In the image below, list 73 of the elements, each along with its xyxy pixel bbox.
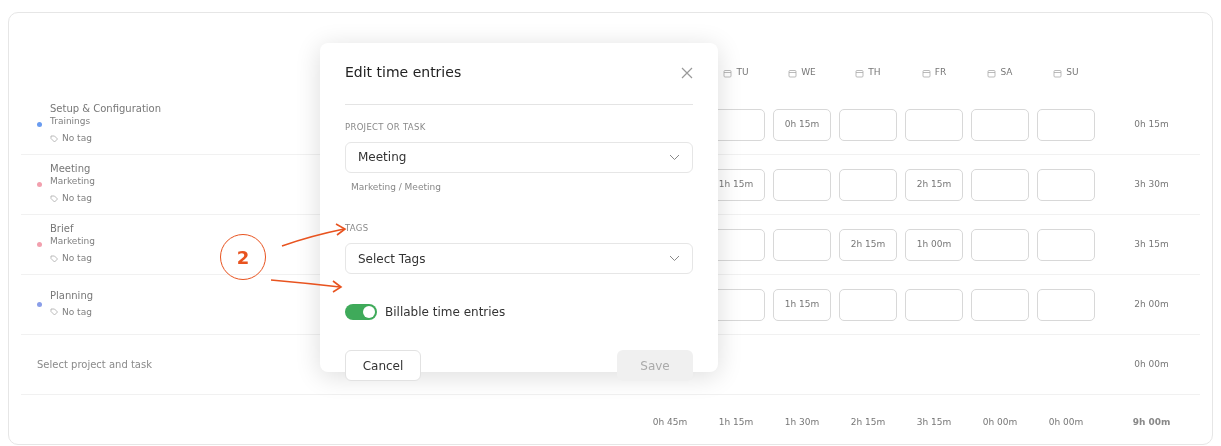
project-name: Marketing — [50, 174, 95, 188]
time-cell[interactable] — [773, 168, 831, 201]
chevron-down-icon — [669, 255, 680, 262]
day-label: WE — [801, 66, 816, 80]
calendar-icon — [788, 68, 798, 78]
tag-label: No tag — [62, 252, 92, 266]
task-name: Setup & Configuration — [50, 103, 162, 115]
field-label: PROJECT OR TASK — [345, 121, 427, 134]
time-cell[interactable] — [839, 288, 897, 321]
tag-icon — [50, 308, 58, 317]
tag-label: No tag — [62, 132, 92, 146]
chevron-down-icon — [669, 153, 680, 161]
project-name: Trainings — [50, 114, 92, 128]
time-cell[interactable]: 1h 15m — [773, 288, 831, 321]
task-name: Brief — [50, 223, 75, 235]
task-selector[interactable]: Select project and task — [37, 357, 152, 372]
row-total: 3h 15m — [1133, 237, 1170, 251]
day-label: TU — [736, 66, 749, 80]
arrow — [281, 223, 347, 247]
row-total: 2h 00m — [1133, 297, 1170, 311]
field-hint: Marketing / Meeting — [350, 180, 442, 194]
tags-select[interactable]: Select Tags — [345, 243, 693, 274]
day-label: SA — [1000, 66, 1013, 80]
day-total: 0h 45m — [651, 416, 689, 430]
day-total: 1h 15m — [717, 416, 755, 430]
time-cell[interactable] — [971, 168, 1029, 201]
day-total: 0h 00m — [1047, 416, 1085, 430]
time-cell[interactable]: 1h 00m — [905, 228, 963, 261]
time-cell[interactable] — [1037, 228, 1095, 261]
day-label: SU — [1066, 66, 1079, 80]
day-label: TH — [868, 66, 881, 80]
field-label: TAGS — [345, 222, 370, 235]
calendar-icon — [921, 68, 931, 78]
time-cell[interactable] — [1037, 168, 1095, 201]
tag-label: No tag — [62, 305, 92, 319]
time-cell[interactable] — [773, 228, 831, 261]
dialog-title: Edit time entries — [345, 63, 462, 82]
task-name: Planning — [50, 290, 94, 302]
time-cell[interactable] — [839, 108, 897, 141]
calendar-icon — [1053, 68, 1063, 78]
task-name: Meeting — [50, 163, 92, 175]
day-total: 2h 15m — [849, 416, 887, 430]
time-cell[interactable] — [971, 108, 1029, 141]
cancel-button[interactable]: Cancel — [345, 350, 421, 381]
day-total: 3h 15m — [915, 416, 953, 430]
tag-icon — [50, 195, 58, 203]
calendar-icon — [855, 68, 865, 78]
time-cell[interactable] — [905, 288, 963, 321]
calendar-icon — [987, 68, 997, 78]
time-cell[interactable]: 0h 15m — [773, 108, 831, 141]
time-cell[interactable] — [839, 168, 897, 201]
calendar-icon — [723, 68, 733, 78]
time-cell[interactable] — [905, 108, 963, 141]
toggle-label: Billable time entries — [385, 304, 506, 321]
toggle-switch[interactable] — [345, 304, 377, 320]
time-cell[interactable]: 2h 15m — [905, 168, 963, 201]
time-cell[interactable] — [971, 228, 1029, 261]
row-total: 0h 00m — [1133, 357, 1170, 371]
row-total: 3h 30m — [1133, 177, 1170, 191]
time-cell[interactable]: 2h 15m — [839, 228, 897, 261]
row-total: 0h 15m — [1133, 117, 1170, 131]
day-total: 0h 00m — [981, 416, 1019, 430]
tag-icon — [50, 135, 58, 143]
tag-label: No tag — [62, 192, 92, 206]
grand-total: 9h 00m — [1131, 416, 1172, 430]
project-name: Marketing — [50, 234, 95, 248]
time-cell[interactable] — [971, 288, 1029, 321]
time-cell[interactable] — [1037, 108, 1095, 141]
time-cell[interactable] — [1037, 288, 1095, 321]
day-total: 1h 30m — [783, 416, 821, 430]
tag-icon — [50, 255, 58, 263]
day-label: FR — [934, 66, 947, 80]
project-select[interactable]: Meeting — [345, 141, 693, 173]
